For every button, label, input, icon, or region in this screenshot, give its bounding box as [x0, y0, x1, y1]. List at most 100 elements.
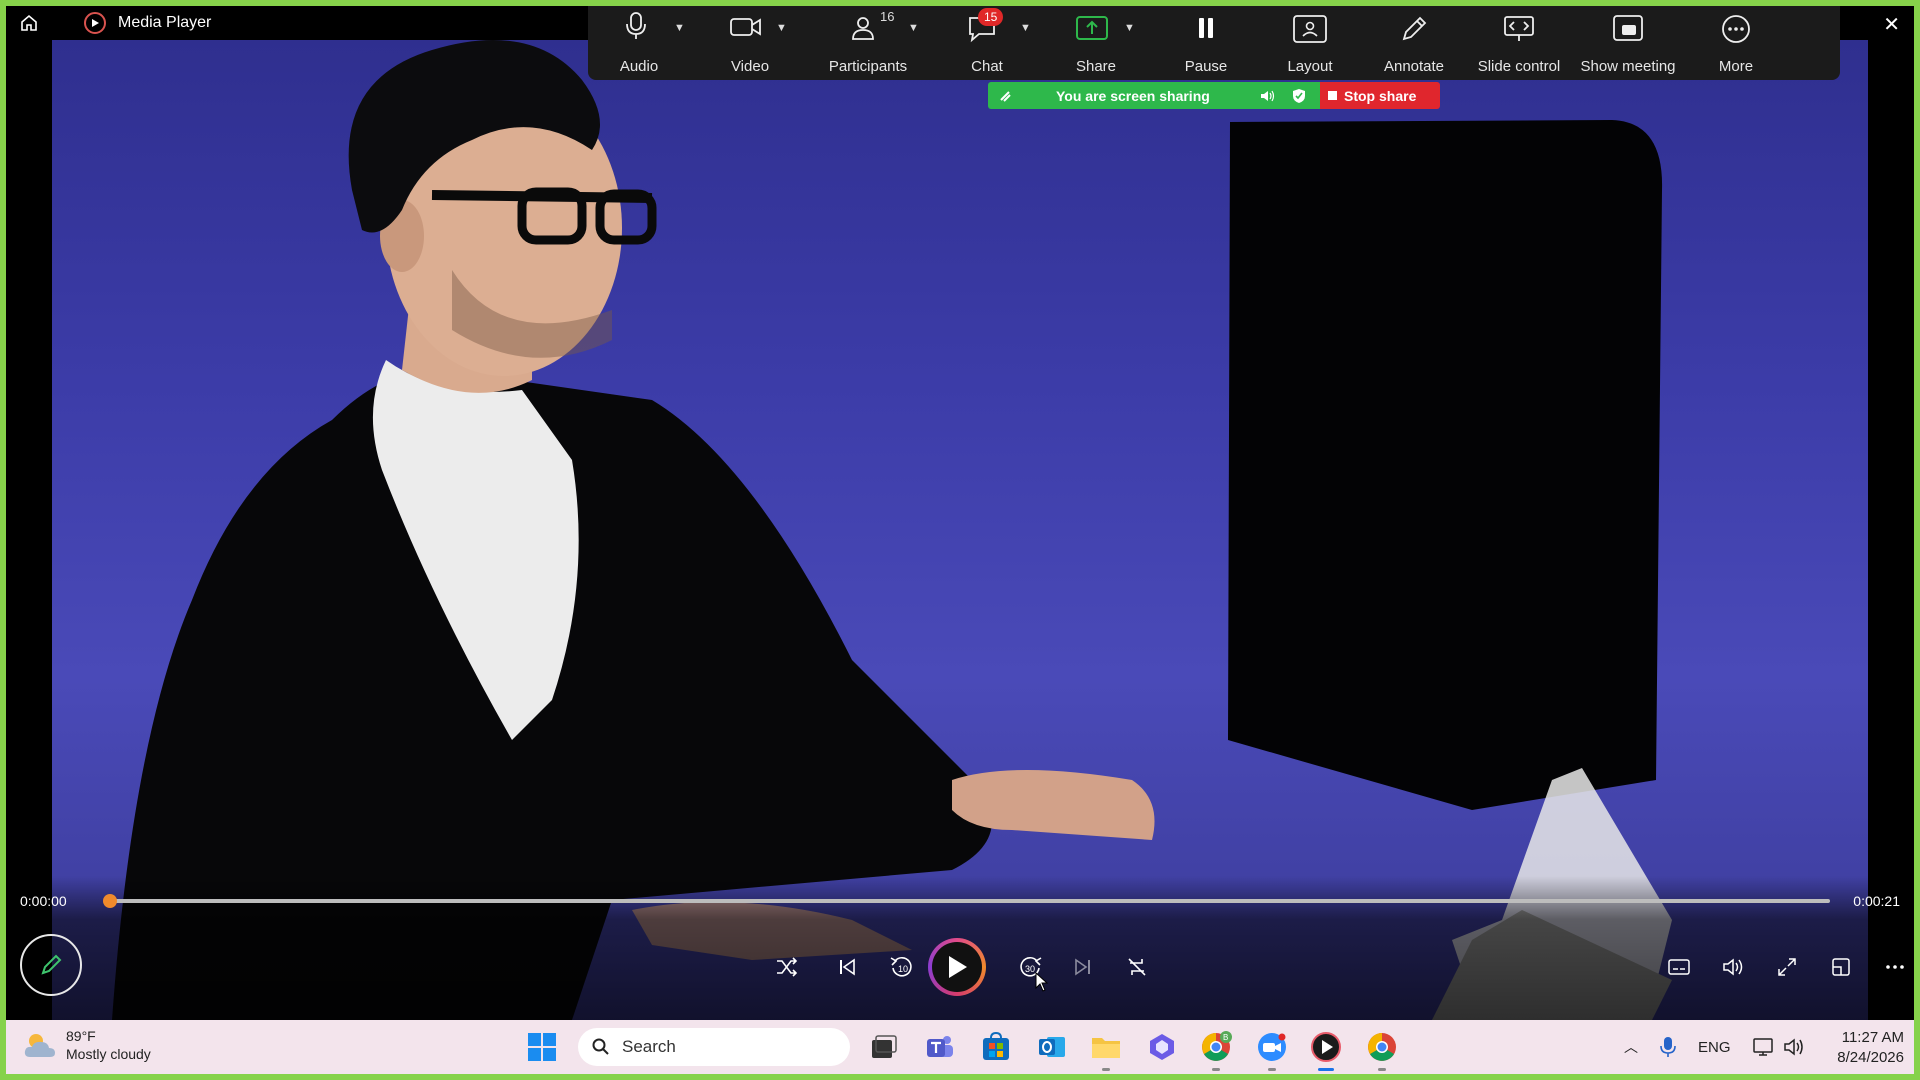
window-title: Media Player	[118, 14, 212, 31]
file-explorer-app[interactable]	[1090, 1031, 1122, 1071]
seek-bar[interactable]	[103, 894, 1830, 908]
teams-app[interactable]	[924, 1031, 956, 1063]
outlook-app[interactable]	[1036, 1031, 1068, 1063]
video-content	[112, 40, 1672, 1020]
screen-sharing-banner: You are screen sharing Stop share	[988, 82, 1440, 109]
show-meeting-button[interactable]: Show meeting	[1572, 0, 1684, 80]
shuffle-icon	[777, 957, 798, 977]
participants-button[interactable]: 16 ▼ Participants	[808, 0, 938, 80]
media-player-logo-icon	[84, 12, 106, 34]
weather-temp: 89°F	[66, 1028, 96, 1044]
slide-control-icon	[1504, 16, 1534, 41]
folder-icon	[1092, 1038, 1120, 1058]
taskbar-search[interactable]: Search	[578, 1028, 850, 1066]
stop-share-label: Stop share	[1344, 87, 1417, 104]
zoom-icon	[1258, 1033, 1286, 1061]
copilot-icon	[1150, 1034, 1174, 1060]
rewind-10-button[interactable]: 10	[886, 950, 918, 984]
zoom-app[interactable]	[1256, 1031, 1288, 1071]
cloudy-weather-icon	[24, 1034, 55, 1057]
chrome-icon	[1368, 1033, 1396, 1061]
video-options-caret[interactable]: ▼	[776, 22, 787, 34]
media-player-icon	[1311, 1032, 1341, 1062]
annotate-pen-button[interactable]	[20, 934, 82, 996]
annotate-label: Annotate	[1383, 58, 1445, 75]
slide-control-button[interactable]: Slide control	[1466, 0, 1572, 80]
more-button[interactable]: More	[1684, 0, 1788, 80]
share-options-caret[interactable]: ▼	[1124, 22, 1135, 34]
pause-share-button[interactable]: Pause	[1154, 0, 1258, 80]
security-shield-icon[interactable]	[1292, 88, 1306, 104]
previous-button[interactable]	[832, 952, 862, 982]
media-player-app[interactable]	[1310, 1031, 1342, 1071]
chat-options-caret[interactable]: ▼	[1020, 22, 1031, 34]
audio-options-caret[interactable]: ▼	[674, 22, 685, 34]
chat-button[interactable]: 15 ▼ Chat	[938, 0, 1050, 80]
speaker-icon[interactable]	[1783, 1037, 1805, 1057]
system-tray: ︿ ENG	[1624, 1020, 1805, 1074]
skip-previous-icon	[840, 958, 855, 976]
volume-icon	[1723, 958, 1743, 976]
close-window-button[interactable]: ✕	[1883, 12, 1900, 37]
weather-widget[interactable]: 89°F Mostly cloudy	[22, 1027, 151, 1063]
layout-button[interactable]: Layout	[1258, 0, 1362, 80]
more-options-button[interactable]	[1880, 952, 1910, 982]
forward-label: 30	[1025, 964, 1035, 974]
fullscreen-button[interactable]	[1772, 952, 1802, 982]
skip-next-icon	[1075, 958, 1090, 976]
microphone-icon	[626, 12, 646, 39]
rewind-label: 10	[898, 964, 908, 974]
chrome-app[interactable]: B	[1200, 1031, 1232, 1071]
repeat-off-icon	[1128, 958, 1146, 976]
chat-label: Chat	[971, 58, 1003, 75]
mini-player-button[interactable]	[1826, 952, 1856, 982]
rewind-icon: 10	[890, 956, 912, 977]
play-icon	[949, 956, 967, 978]
repeat-button[interactable]	[1122, 952, 1152, 982]
sharing-status-text: You are screen sharing	[1056, 87, 1210, 104]
share-button[interactable]: ▼ Share	[1050, 0, 1154, 80]
copilot-app[interactable]	[1146, 1031, 1178, 1063]
stop-share-button[interactable]: Stop share	[1320, 82, 1440, 109]
shuffle-button[interactable]	[772, 952, 802, 982]
teams-icon	[927, 1036, 953, 1057]
microphone-in-use-icon[interactable]	[1660, 1036, 1676, 1058]
search-icon	[592, 1038, 609, 1055]
audio-button[interactable]: ▼ Audio	[588, 0, 704, 80]
stop-square-icon	[1328, 91, 1337, 100]
video-frame	[52, 40, 1868, 1020]
captions-button[interactable]	[1664, 952, 1694, 982]
video-label: Video	[730, 58, 770, 75]
audio-label: Audio	[619, 58, 659, 75]
volume-button[interactable]	[1718, 952, 1748, 982]
video-button[interactable]: ▼ Video	[704, 0, 808, 80]
pencil-icon	[1402, 16, 1427, 41]
captions-icon	[1668, 959, 1690, 975]
input-language[interactable]: ENG	[1698, 1039, 1731, 1056]
microsoft-store-app[interactable]	[980, 1031, 1012, 1063]
search-placeholder: Search	[622, 1037, 676, 1056]
taskbar-clock[interactable]: 11:27 AM 8/24/2026	[1837, 1028, 1904, 1068]
chrome-app-2[interactable]	[1366, 1031, 1398, 1071]
play-button[interactable]	[928, 938, 986, 996]
home-button[interactable]	[6, 6, 52, 40]
home-icon	[21, 14, 37, 31]
annotate-button[interactable]: Annotate	[1362, 0, 1466, 80]
start-button[interactable]	[526, 1031, 558, 1063]
seek-thumb[interactable]	[103, 894, 117, 908]
outlook-icon	[1039, 1037, 1065, 1057]
fullscreen-icon	[1778, 958, 1796, 976]
current-time: 0:00:00	[20, 893, 67, 909]
task-view-icon	[872, 1035, 897, 1058]
sharing-status[interactable]: You are screen sharing	[988, 82, 1320, 109]
next-button[interactable]	[1068, 952, 1098, 982]
chat-unread-badge: 15	[978, 8, 1004, 26]
clock-date: 8/24/2026	[1837, 1049, 1904, 1066]
network-icon[interactable]	[1752, 1037, 1775, 1057]
more-label: More	[1718, 58, 1754, 75]
show-hidden-icons-chevron-icon[interactable]: ︿	[1624, 1037, 1638, 1057]
participants-options-caret[interactable]: ▼	[908, 22, 919, 34]
task-view-button[interactable]	[868, 1031, 900, 1063]
share-audio-icon[interactable]	[1260, 89, 1276, 103]
pause-icon	[1199, 18, 1213, 38]
